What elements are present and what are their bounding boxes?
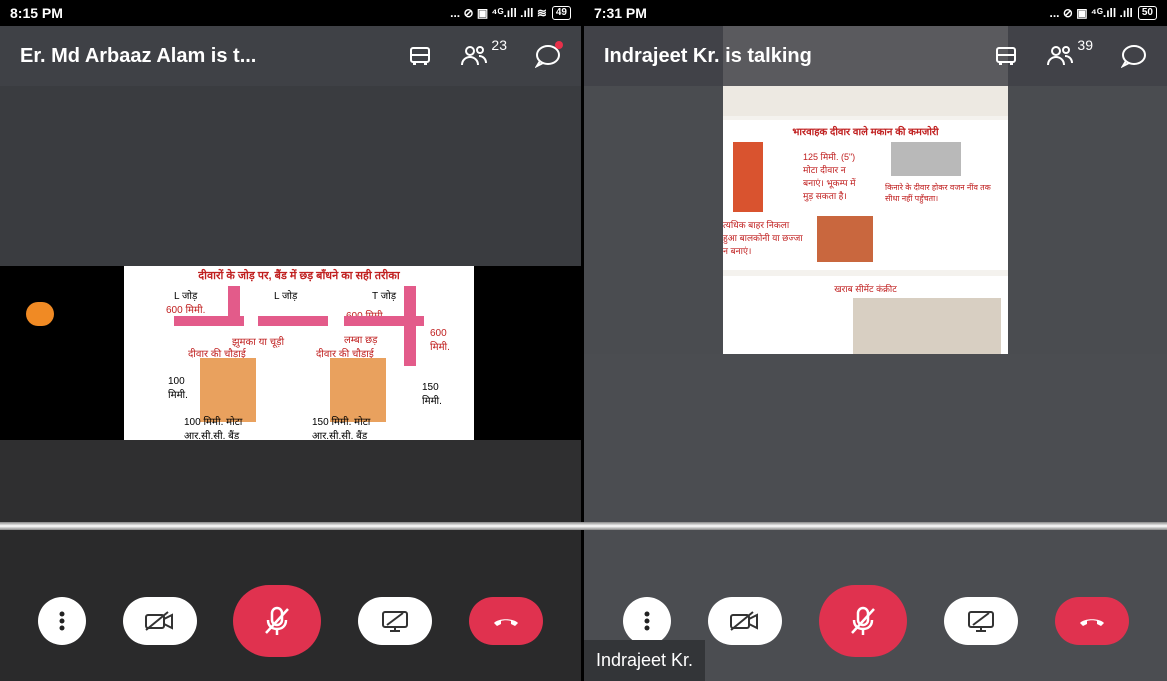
status-bar: 7:31 PM ... ⊘ ▣ ⁴ᴳ.ıll .ıll 50 xyxy=(584,0,1167,26)
more-options-button[interactable] xyxy=(38,597,87,645)
status-bar: 8:15 PM ... ⊘ ▣ ⁴ᴳ.ıll .ıll ≋ 49 xyxy=(0,0,581,26)
battery-icon: 50 xyxy=(1137,6,1157,20)
mic-toggle-button[interactable] xyxy=(233,585,322,657)
slide-label: L जोड़ xyxy=(274,291,298,302)
hang-up-button[interactable] xyxy=(1054,597,1129,645)
hang-up-button[interactable] xyxy=(468,597,543,645)
screen-share-icon[interactable] xyxy=(26,302,54,326)
slide-note: त्यधिक बाहर निकला हुआ बालकोनी या छज्जा न… xyxy=(723,220,803,256)
participants-icon xyxy=(461,46,488,66)
slide-note: किनारे के दीवार होकर वजन नींव तक सीधा नह… xyxy=(885,183,991,203)
screen-share-off-icon xyxy=(967,611,994,632)
chat-icon xyxy=(1121,45,1146,68)
slide-heading: भारवाहक दीवार वाले मकान की कमजोरी xyxy=(792,127,939,138)
chat-button[interactable] xyxy=(535,41,563,68)
chat-button[interactable] xyxy=(1121,44,1147,68)
speaker-name-tag: Indrajeet Kr. xyxy=(584,640,706,681)
screen-share-button[interactable] xyxy=(358,597,433,645)
slide-label: 600 मिमी. xyxy=(166,305,206,316)
meeting-title: Er. Md Arbaaz Alam is t... xyxy=(20,44,257,67)
slide-label: 100 मिमी. xyxy=(168,376,188,401)
mic-off-icon xyxy=(850,606,875,635)
meeting-title: Indrajeet Kr. is talking xyxy=(604,44,812,67)
screen-share-button[interactable] xyxy=(943,597,1018,645)
slide-label: L जोड़ xyxy=(174,291,198,302)
slide-label: 150 मिमी. मोटा आर.सी.सी. बैंड xyxy=(312,417,371,442)
call-controls xyxy=(0,561,581,681)
right-meeting-panel: 7:31 PM ... ⊘ ▣ ⁴ᴳ.ıll .ıll 50 भारवाहक द… xyxy=(584,0,1167,681)
slide-label: 100 मिमी. मोटा आर.सी.सी. बैंड xyxy=(184,417,243,442)
slide-label: 600 मिमी. xyxy=(430,328,450,353)
screen-share-off-icon xyxy=(382,611,409,632)
car-icon xyxy=(996,47,1017,65)
more-vertical-icon xyxy=(644,611,649,631)
meeting-header: Er. Md Arbaaz Alam is t... 23 xyxy=(0,26,581,86)
status-time: 8:15 PM xyxy=(10,5,63,21)
participants-button[interactable]: 39 xyxy=(1046,37,1093,69)
audio-output-button[interactable] xyxy=(994,45,1018,67)
leaf-wallpaper xyxy=(0,440,581,522)
slide-heading: दीवारों के जोड़ पर, बैंड में छड़ बाँधने … xyxy=(198,270,400,282)
more-options-button[interactable] xyxy=(622,597,671,645)
participants-count: 23 xyxy=(491,37,507,53)
participants-button[interactable]: 23 xyxy=(460,37,507,69)
slide-label: लम्बा छड़ xyxy=(344,335,378,346)
phone-hangup-icon xyxy=(493,619,518,626)
camera-off-icon xyxy=(729,611,758,631)
left-meeting-panel: 8:15 PM ... ⊘ ▣ ⁴ᴳ.ıll .ıll ≋ 49 Er. Md … xyxy=(0,0,581,681)
signal-icons: ... ⊘ ▣ ⁴ᴳ.ıll .ıll xyxy=(1049,6,1133,20)
slide-image: दीवारों के जोड़ पर, बैंड में छड़ बाँधने … xyxy=(124,266,474,442)
mic-off-icon xyxy=(265,606,290,635)
participants-count: 39 xyxy=(1077,37,1093,53)
more-vertical-icon xyxy=(59,611,65,631)
slide-label: 150 मिमी. xyxy=(422,382,442,407)
slide-note: 125 मिमी. (5") मोटा दीवार न बनाएं। भूकम्… xyxy=(803,152,856,201)
signal-icons: ... ⊘ ▣ ⁴ᴳ.ıll .ıll ≋ xyxy=(450,6,547,20)
phone-hangup-icon xyxy=(1079,619,1104,626)
status-time: 7:31 PM xyxy=(594,5,647,21)
unread-badge xyxy=(555,41,563,49)
slide-label: T जोड़ xyxy=(372,291,397,302)
camera-toggle-button[interactable] xyxy=(122,597,197,645)
car-icon xyxy=(410,47,431,65)
participants-icon xyxy=(1047,46,1074,66)
camera-toggle-button[interactable] xyxy=(707,597,782,645)
battery-icon: 49 xyxy=(551,6,571,20)
camera-off-icon xyxy=(144,611,173,631)
slide-heading: खराब सीमेंट कंक्रीट xyxy=(834,284,897,294)
divider xyxy=(0,522,1167,530)
meeting-header: Indrajeet Kr. is talking 39 xyxy=(584,26,1167,86)
mic-toggle-button[interactable] xyxy=(818,585,907,657)
audio-output-button[interactable] xyxy=(408,45,432,67)
